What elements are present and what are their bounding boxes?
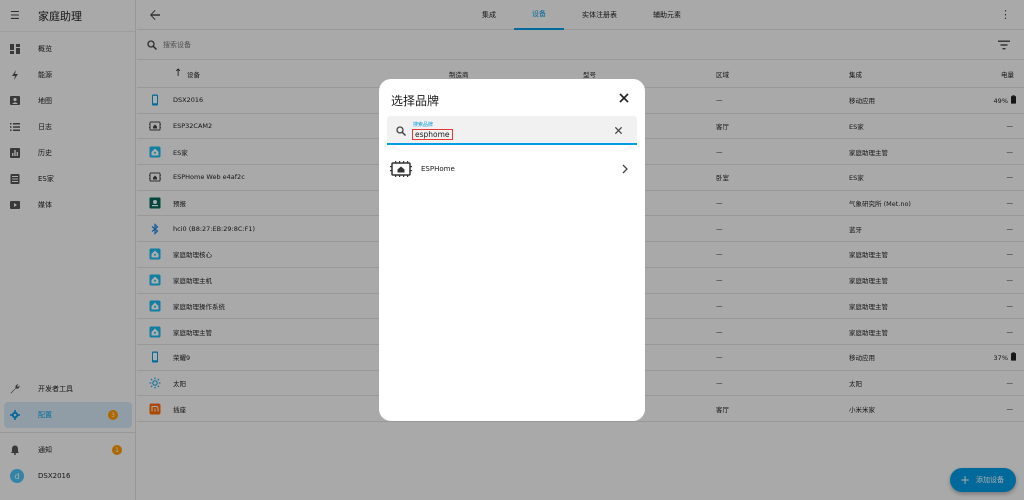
brand-result-esphome[interactable]: ESPHome: [387, 157, 637, 181]
clear-icon[interactable]: [614, 126, 623, 135]
esphome-chip-icon: [390, 161, 412, 177]
brand-search-input[interactable]: esphome: [412, 129, 453, 140]
close-icon[interactable]: [619, 93, 629, 103]
brand-search-field[interactable]: 搜索品牌 esphome: [387, 116, 637, 145]
brand-result-label: ESPHome: [421, 165, 455, 173]
select-brand-dialog: 选择品牌 搜索品牌 esphome ESPHome: [379, 79, 645, 421]
chevron-right-icon: [622, 164, 628, 174]
brand-search-label: 搜索品牌: [413, 122, 434, 128]
search-icon: [396, 126, 406, 136]
dialog-title: 选择品牌: [391, 94, 440, 108]
